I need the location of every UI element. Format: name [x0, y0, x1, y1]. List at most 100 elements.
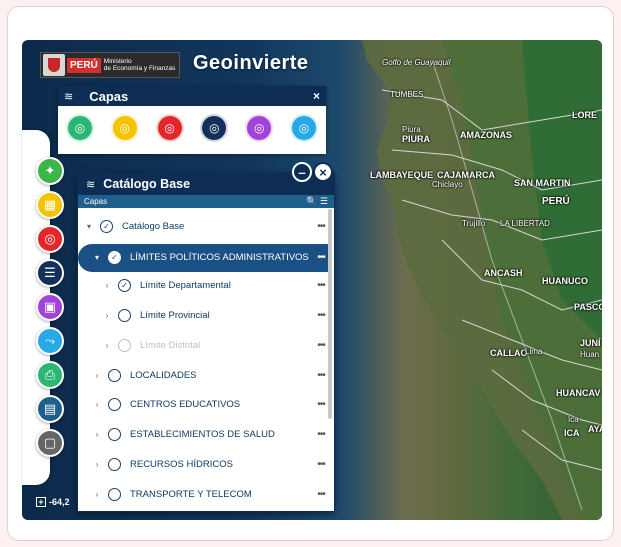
tree-row[interactable]: ▾ ✓ LÍMITES POLÍTICOS ADMINISTRATIVOS •••: [78, 243, 330, 272]
layer-red-button[interactable]: ◎: [155, 114, 184, 142]
tool-investment-button[interactable]: ✦: [36, 157, 64, 185]
map-label-pasco: PASCO: [574, 302, 602, 312]
map-label-sanmartin: SAN MARTIN: [514, 178, 571, 188]
catalog-scrollbar[interactable]: [328, 209, 332, 419]
catalog-title: Catálogo Base: [103, 177, 191, 191]
checkbox[interactable]: [108, 368, 121, 382]
map-label-lore: LORE: [572, 110, 598, 120]
tree-row[interactable]: › LOCALIDADES •••: [78, 363, 330, 387]
checkbox[interactable]: ✓: [118, 279, 131, 293]
tree-row[interactable]: › ✓ Límite Departamental •••: [78, 274, 330, 298]
tree-row[interactable]: › TRANSPORTE Y TELECOM •••: [78, 482, 330, 506]
checkbox[interactable]: ✓: [100, 219, 113, 233]
layer-navy-button[interactable]: ◎: [200, 114, 229, 142]
checkbox[interactable]: [108, 457, 121, 471]
map-label-ancash: ANCASH: [484, 268, 523, 278]
map-label-golfo: Golfo de Guayaquil: [382, 58, 451, 67]
map-label-amazonas: AMAZONAS: [460, 130, 512, 140]
map-label-tumbes: TUMBES: [390, 90, 424, 99]
map-label-ica: ICA: [564, 428, 580, 438]
layer-green-button[interactable]: ◎: [66, 114, 94, 142]
coordinates-readout: + -64,2: [36, 497, 70, 507]
ministry-line1: Ministerio: [103, 58, 132, 65]
tree-row-label: ESTABLECIMIENTOS DE SALUD: [130, 429, 275, 441]
layer-logo-icon: ◎: [164, 121, 175, 135]
expand-chevron-icon[interactable]: ›: [92, 430, 102, 439]
route-icon: ⤳: [44, 333, 56, 348]
map-label-peru: PERÚ: [542, 196, 570, 207]
catalog-subbar: Capas 🔍 ☰: [78, 195, 334, 208]
clipboard-icon: ▢: [43, 435, 57, 450]
layer-logo-icon: ◎: [119, 121, 131, 135]
tool-list-button[interactable]: ☰: [36, 259, 64, 287]
minimize-button[interactable]: –: [292, 162, 312, 182]
tree-row[interactable]: › Límite Provincial •••: [78, 303, 330, 327]
tool-report-button[interactable]: ▤: [36, 395, 64, 423]
checkbox[interactable]: [108, 428, 121, 442]
expand-chevron-icon[interactable]: ›: [102, 281, 112, 290]
tree-row[interactable]: › CENTROS EDUCATIVOS •••: [78, 393, 330, 417]
search-filter-icons[interactable]: 🔍 ☰: [306, 196, 328, 207]
subbar-label: Capas: [84, 197, 108, 206]
tree-row[interactable]: ▾ ✓ Catálogo Base •••: [78, 214, 330, 238]
more-options-icon[interactable]: •••: [312, 489, 330, 500]
ministry-name: Ministerio de Economía y Finanzas: [104, 58, 176, 72]
checkbox[interactable]: ✓: [108, 251, 121, 265]
expand-chevron-icon[interactable]: ›: [102, 341, 112, 350]
tool-clipboard-button[interactable]: ▢: [36, 429, 64, 457]
more-options-icon[interactable]: •••: [312, 429, 330, 440]
peru-tag: PERÚ: [67, 57, 101, 73]
tree-row-label: Límite Provincial: [140, 309, 210, 321]
capas-close-button[interactable]: ×: [313, 89, 320, 103]
checkbox[interactable]: [118, 308, 131, 322]
mef-logo: PERÚ Ministerio de Economía y Finanzas: [40, 52, 180, 78]
layer-logo-icon: ◎: [253, 121, 265, 135]
tool-route-button[interactable]: ⤳: [36, 327, 64, 355]
layer-logo-icon: ◎: [298, 121, 310, 135]
layer-purple-button[interactable]: ◎: [245, 114, 274, 142]
expand-chevron-icon[interactable]: ›: [92, 371, 102, 380]
more-options-icon[interactable]: •••: [312, 459, 330, 470]
expand-chevron-icon[interactable]: ›: [92, 490, 102, 499]
tool-projects-button[interactable]: ▦: [36, 191, 64, 219]
tree-row[interactable]: › RECURSOS HÍDRICOS •••: [78, 452, 330, 476]
checkbox[interactable]: [108, 398, 121, 412]
expand-coords-icon[interactable]: +: [36, 497, 46, 507]
checkbox[interactable]: [108, 487, 121, 501]
layer-yellow-button[interactable]: ◎: [110, 114, 139, 142]
tool-print-button[interactable]: ⎙: [36, 361, 64, 389]
map-label-aya: AYA: [588, 424, 602, 434]
tool-layers-button[interactable]: ◎: [36, 225, 64, 253]
catalog-controls: – ×: [292, 162, 334, 182]
tree-row[interactable]: › ESTABLECIMIENTOS DE SALUD •••: [78, 423, 330, 447]
tree-row-label: LOCALIDADES: [130, 369, 197, 381]
close-button[interactable]: ×: [313, 162, 333, 182]
tree-row-label: CENTROS EDUCATIVOS: [130, 399, 241, 411]
coords-value: -64,2: [49, 497, 70, 507]
list-icon: ☰: [44, 265, 56, 280]
map-label-libertad: LA LIBERTAD: [500, 219, 550, 228]
expand-chevron-icon[interactable]: ›: [92, 400, 102, 409]
tree-row-label: Límite Distrital: [140, 339, 201, 351]
layer-cyan-button[interactable]: ◎: [289, 114, 318, 142]
map-label-trujillo: Trujillo: [462, 219, 486, 228]
map-label-lima: Lima: [525, 347, 543, 356]
capas-panel: ≋ Capas × ◎ ◎ ◎ ◎ ◎ ◎: [58, 86, 326, 154]
expand-chevron-icon[interactable]: ▾: [84, 222, 94, 231]
report-icon: ▤: [43, 401, 57, 416]
tree-row-label: RECURSOS HÍDRICOS: [130, 458, 233, 470]
tree-row-label: LÍMITES POLÍTICOS ADMINISTRATIVOS: [130, 252, 309, 264]
chart-icon: ✦: [44, 163, 56, 178]
map-label-ica-city: Ica: [568, 415, 579, 424]
map-label-huanc: Huan: [580, 350, 600, 359]
capas-title: Capas: [89, 88, 129, 104]
checkbox[interactable]: [118, 338, 131, 352]
tool-grid-button[interactable]: ▣: [36, 293, 64, 321]
tree-row[interactable]: › Límite Distrital •••: [78, 333, 330, 357]
layers-icon: ≋: [86, 178, 96, 191]
expand-chevron-icon[interactable]: ›: [92, 460, 102, 469]
catalog-panel: ≋ Catálogo Base Capas 🔍 ☰ ▾ ✓ Catálogo Bas…: [77, 172, 335, 512]
expand-chevron-icon[interactable]: ▾: [92, 253, 102, 262]
map-label-piura-city: Piura: [402, 125, 421, 134]
expand-chevron-icon[interactable]: ›: [102, 311, 112, 320]
